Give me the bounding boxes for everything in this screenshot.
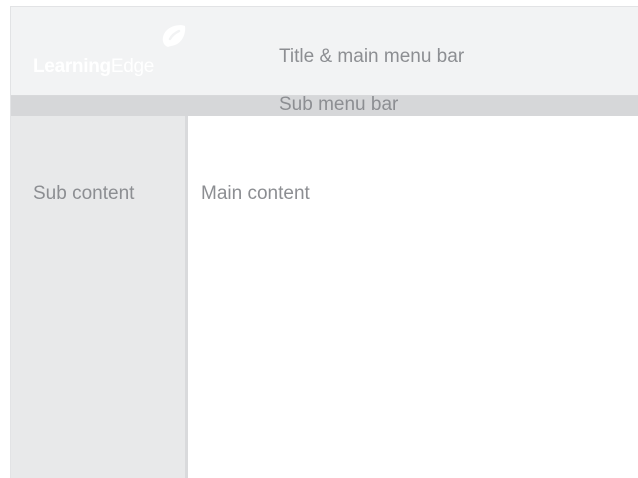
sub-menu-bar-label: Sub menu bar [279, 94, 399, 115]
sub-content-label: Sub content [33, 183, 135, 204]
logo-text-light: Edge [110, 56, 155, 77]
sub-menu-bar: Sub menu bar [11, 94, 638, 116]
app-wireframe: LearningEdge Title & main menu bar Sub m… [10, 6, 638, 478]
title-main-menu-bar: LearningEdge Title & main menu bar [11, 7, 638, 96]
title-bar-label: Title & main menu bar [279, 46, 465, 67]
leaf-bubble-icon [162, 25, 186, 47]
logo-text-strong: Learning [33, 56, 111, 77]
main-content-panel: Main content [188, 116, 638, 478]
main-content-label: Main content [201, 183, 310, 204]
sub-content-panel: Sub content [11, 116, 188, 478]
learningedge-logo[interactable]: LearningEdge [33, 55, 154, 79]
